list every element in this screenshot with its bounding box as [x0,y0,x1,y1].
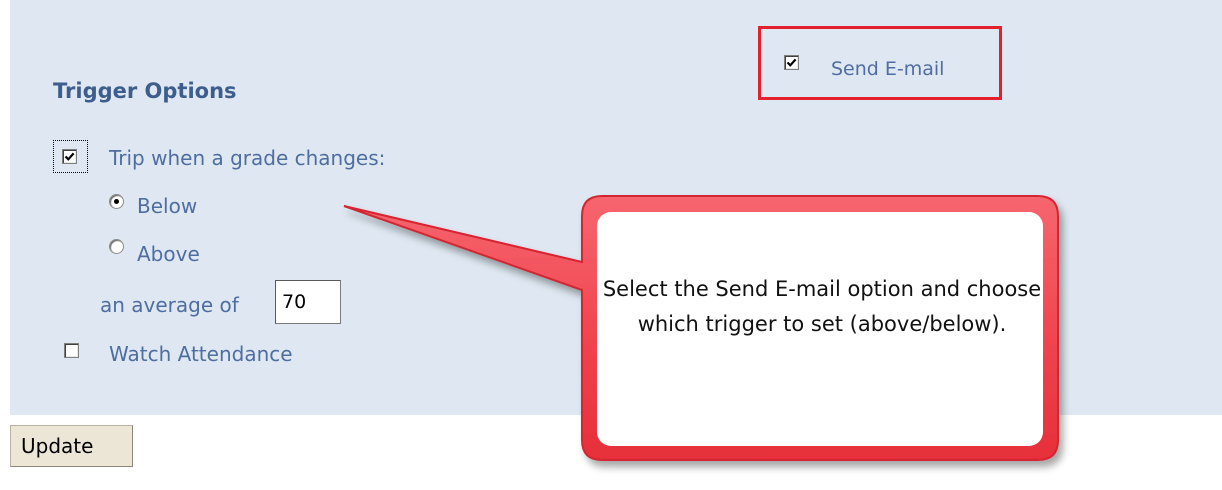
below-label[interactable]: Below [137,194,197,218]
checkmark-icon [64,152,75,161]
below-radio[interactable] [109,194,124,209]
watch-attendance-label[interactable]: Watch Attendance [109,342,293,366]
above-label[interactable]: Above [137,242,200,266]
average-value-input[interactable] [275,280,341,324]
update-button[interactable]: Update [10,425,133,467]
average-label: an average of [100,293,239,317]
above-radio[interactable] [109,239,124,254]
callout-text: Select the Send E-mail option and choose… [602,277,1042,336]
grade-trigger-label[interactable]: Trip when a grade changes: [109,146,385,170]
send-email-highlight-box [758,26,1002,100]
trigger-options-heading: Trigger Options [53,79,237,103]
radio-selected-dot [114,199,119,204]
grade-trigger-checkbox[interactable] [62,149,77,164]
watch-attendance-checkbox[interactable] [64,343,79,358]
